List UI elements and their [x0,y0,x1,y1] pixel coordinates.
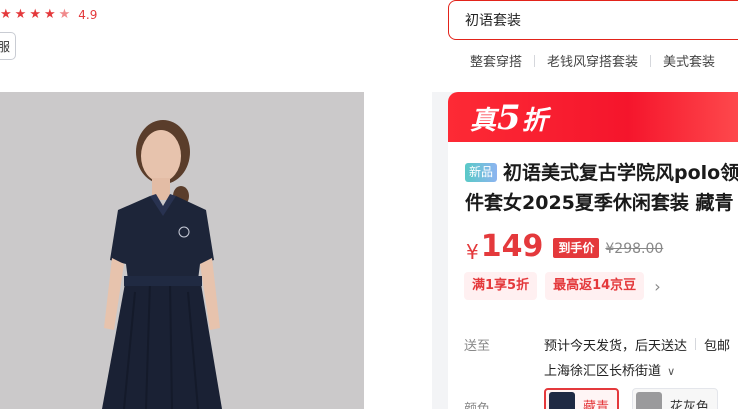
delivery-time: 预计今天发货，后天送达 [544,339,688,354]
color-option-navy[interactable]: 藏青 [544,388,620,409]
currency-symbol: ¥ [466,240,479,264]
color-label: 颜色 [464,398,490,409]
address-text: 上海徐汇区长桥街道 [544,364,662,379]
top-bar: ★ ★ ★ ★ ★ 4.9 服 初语套装 整套穿搭 老钱风穿搭套装 美式套装 [0,0,738,92]
shop-rating: ★ ★ ★ ★ ★ 4.9 [0,7,98,23]
price-row: ¥ 149 到手价 ¥298.00 [466,229,664,265]
rating-value: 4.9 [78,8,98,22]
coupon-jingdou[interactable]: 最高返14京豆 [545,272,645,300]
coupon-row[interactable]: 满1享5折 最高返14京豆 › [464,272,661,300]
divider [695,338,697,350]
model-illustration [0,92,364,409]
discount-banner: 真5折 [448,92,738,142]
promo-suffix: 折 [521,106,549,136]
product-main-image[interactable] [0,92,364,409]
divider [534,54,536,67]
color-swatch [636,392,662,409]
price-value: 149 [480,229,544,264]
hotword-link[interactable]: 整套穿搭 [470,51,522,70]
product-gallery [0,92,432,409]
hotword-link[interactable]: 老钱风穿搭套装 [547,51,638,70]
color-swatch [549,392,575,409]
star-icon: ★ [14,7,27,22]
original-price: ¥298.00 [605,241,664,257]
star-icon: ★ [29,7,41,22]
color-option-label: 藏青 [583,399,610,409]
address-selector[interactable]: 上海徐汇区长桥街道 ∨ [544,360,675,379]
promo-number: 5 [497,98,522,138]
promo-prefix: 真 [470,106,498,136]
search-input-value: 初语套装 [465,13,521,29]
color-option-gray[interactable]: 花灰色 [632,388,719,409]
new-tag-badge: 新品 [465,163,498,182]
shipping-label: 送至 [464,339,491,354]
final-price-badge: 到手价 [553,238,600,258]
product-title-line2: 件套女2025夏季休闲套装 藏青 [465,192,734,214]
free-shipping: 包邮 [704,339,731,354]
star-icon: ★ [0,7,12,22]
customer-service-button[interactable]: 服 [0,32,16,60]
star-icon: ★ [58,7,71,22]
color-selector: 颜色 藏青 花灰色 [464,388,738,409]
product-info-panel: 真5折 新品 初语美式复古学院风polo领 件套女2025夏季休闲套装 藏青 ¥ … [448,92,738,409]
hot-search-words: 整套穿搭 老钱风穿搭套装 美式套装 [470,51,715,70]
chevron-down-icon: ∨ [667,365,676,378]
product-title: 新品 初语美式复古学院风polo领 件套女2025夏季休闲套装 藏青 [465,158,738,218]
divider [650,54,652,67]
customer-service-label: 服 [0,39,10,54]
coupon-discount[interactable]: 满1享5折 [464,272,538,300]
star-icon: ★ [43,7,56,22]
delivery-estimate: 预计今天发货，后天送达 包邮 [544,335,730,354]
color-option-label: 花灰色 [670,399,710,409]
product-title-line1: 初语美式复古学院风polo领 [503,162,738,184]
search-input[interactable]: 初语套装 [448,0,738,40]
hotword-link[interactable]: 美式套装 [663,51,715,70]
chevron-right-icon[interactable]: › [654,277,660,296]
discount-banner-text: 真5折 [470,98,549,138]
